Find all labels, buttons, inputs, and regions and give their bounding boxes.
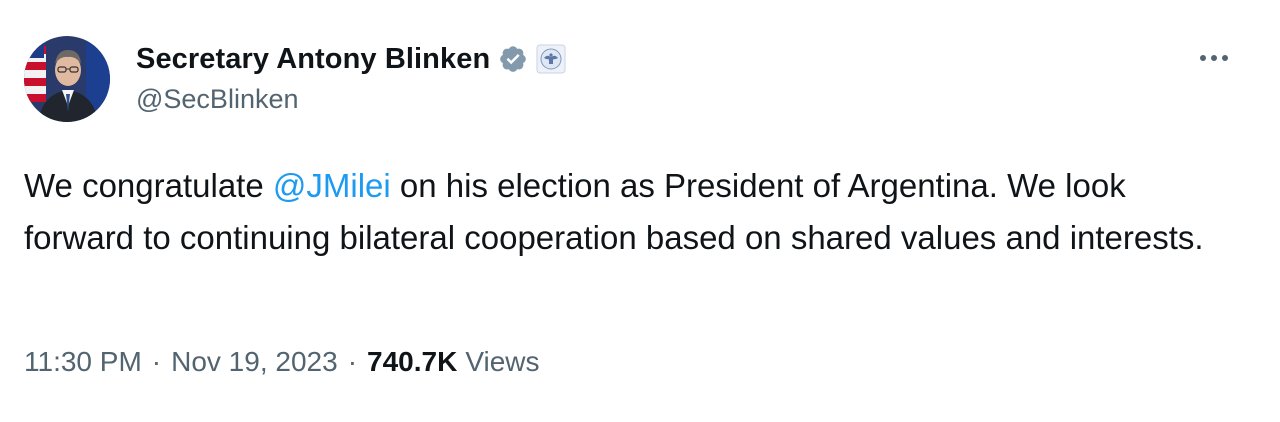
mention-link[interactable]: @JMilei: [273, 167, 391, 204]
avatar[interactable]: [24, 36, 110, 122]
author-name-row: Secretary Antony Blinken: [136, 40, 566, 78]
meta-separator: ·: [347, 346, 358, 377]
tweet-text: We congratulate @JMilei on his election …: [24, 160, 1244, 264]
more-options-icon: [1200, 55, 1228, 61]
tweet-text-part: We congratulate: [24, 167, 273, 204]
author-display-name[interactable]: Secretary Antony Blinken: [136, 43, 490, 76]
tweet-card: Secretary Antony Blinken @SecBlinken We …: [0, 0, 1280, 422]
verified-badge-icon[interactable]: [498, 44, 528, 74]
us-state-department-seal-icon[interactable]: [536, 44, 566, 74]
views-count[interactable]: 740.7K: [367, 346, 457, 378]
tweet-meta: 11:30 PM · Nov 19, 2023 · 740.7K Views: [24, 346, 540, 378]
meta-separator: ·: [151, 346, 162, 377]
avatar-image: [24, 36, 110, 122]
more-options-button[interactable]: [1192, 40, 1236, 76]
tweet-time[interactable]: 11:30 PM: [24, 346, 142, 378]
author-handle[interactable]: @SecBlinken: [136, 84, 299, 115]
views-label: Views: [465, 346, 540, 377]
tweet-date[interactable]: Nov 19, 2023: [171, 346, 338, 378]
